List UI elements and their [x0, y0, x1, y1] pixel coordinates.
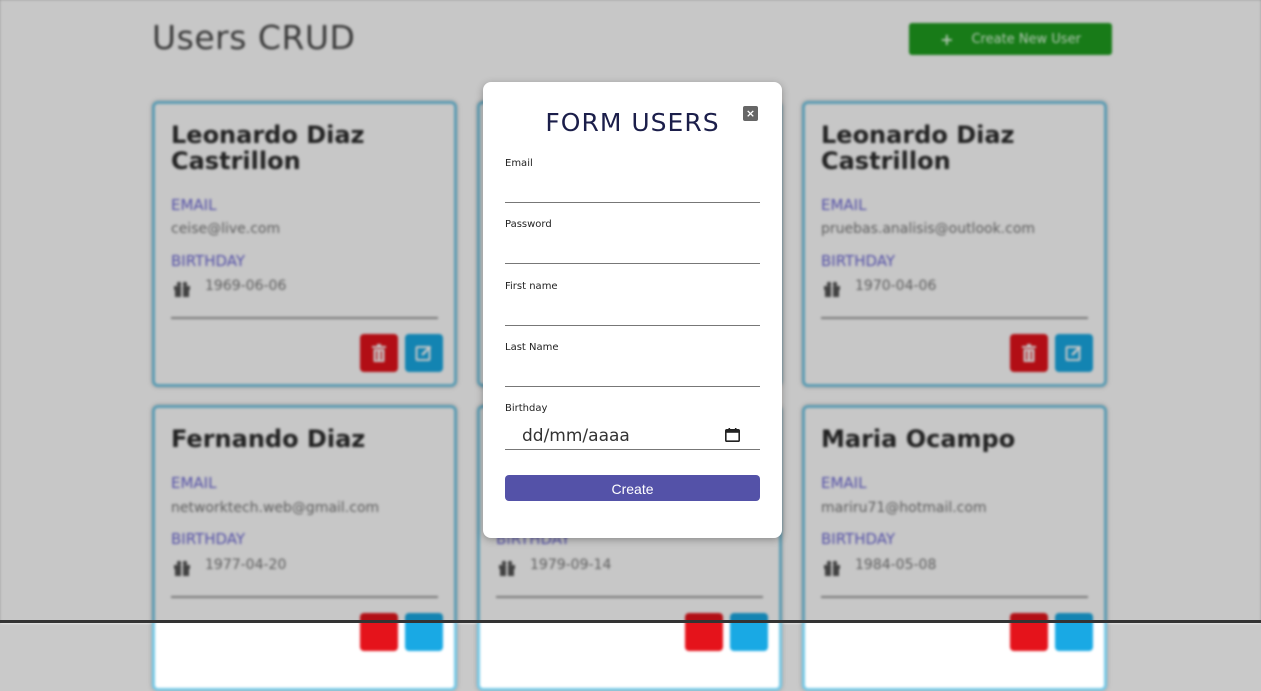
email-field[interactable]	[505, 180, 760, 203]
password-field[interactable]	[505, 241, 760, 264]
last-name-field[interactable]	[505, 364, 760, 387]
create-button[interactable]: Create	[505, 475, 760, 501]
first-name-field[interactable]	[505, 303, 760, 326]
email-field-label: Email	[505, 158, 533, 169]
birthday-field-label: Birthday	[505, 403, 548, 414]
birthday-field-value: dd/mm/aaaa	[522, 426, 630, 446]
first-name-field-label: First name	[505, 281, 558, 292]
password-field-label: Password	[505, 219, 552, 230]
last-name-field-label: Last Name	[505, 342, 559, 353]
modal-title: FORM USERS	[545, 108, 720, 137]
user-form-modal: FORM USERS × Email Password First name L…	[483, 82, 782, 538]
calendar-icon[interactable]	[725, 428, 740, 442]
close-icon[interactable]: ×	[743, 106, 758, 121]
